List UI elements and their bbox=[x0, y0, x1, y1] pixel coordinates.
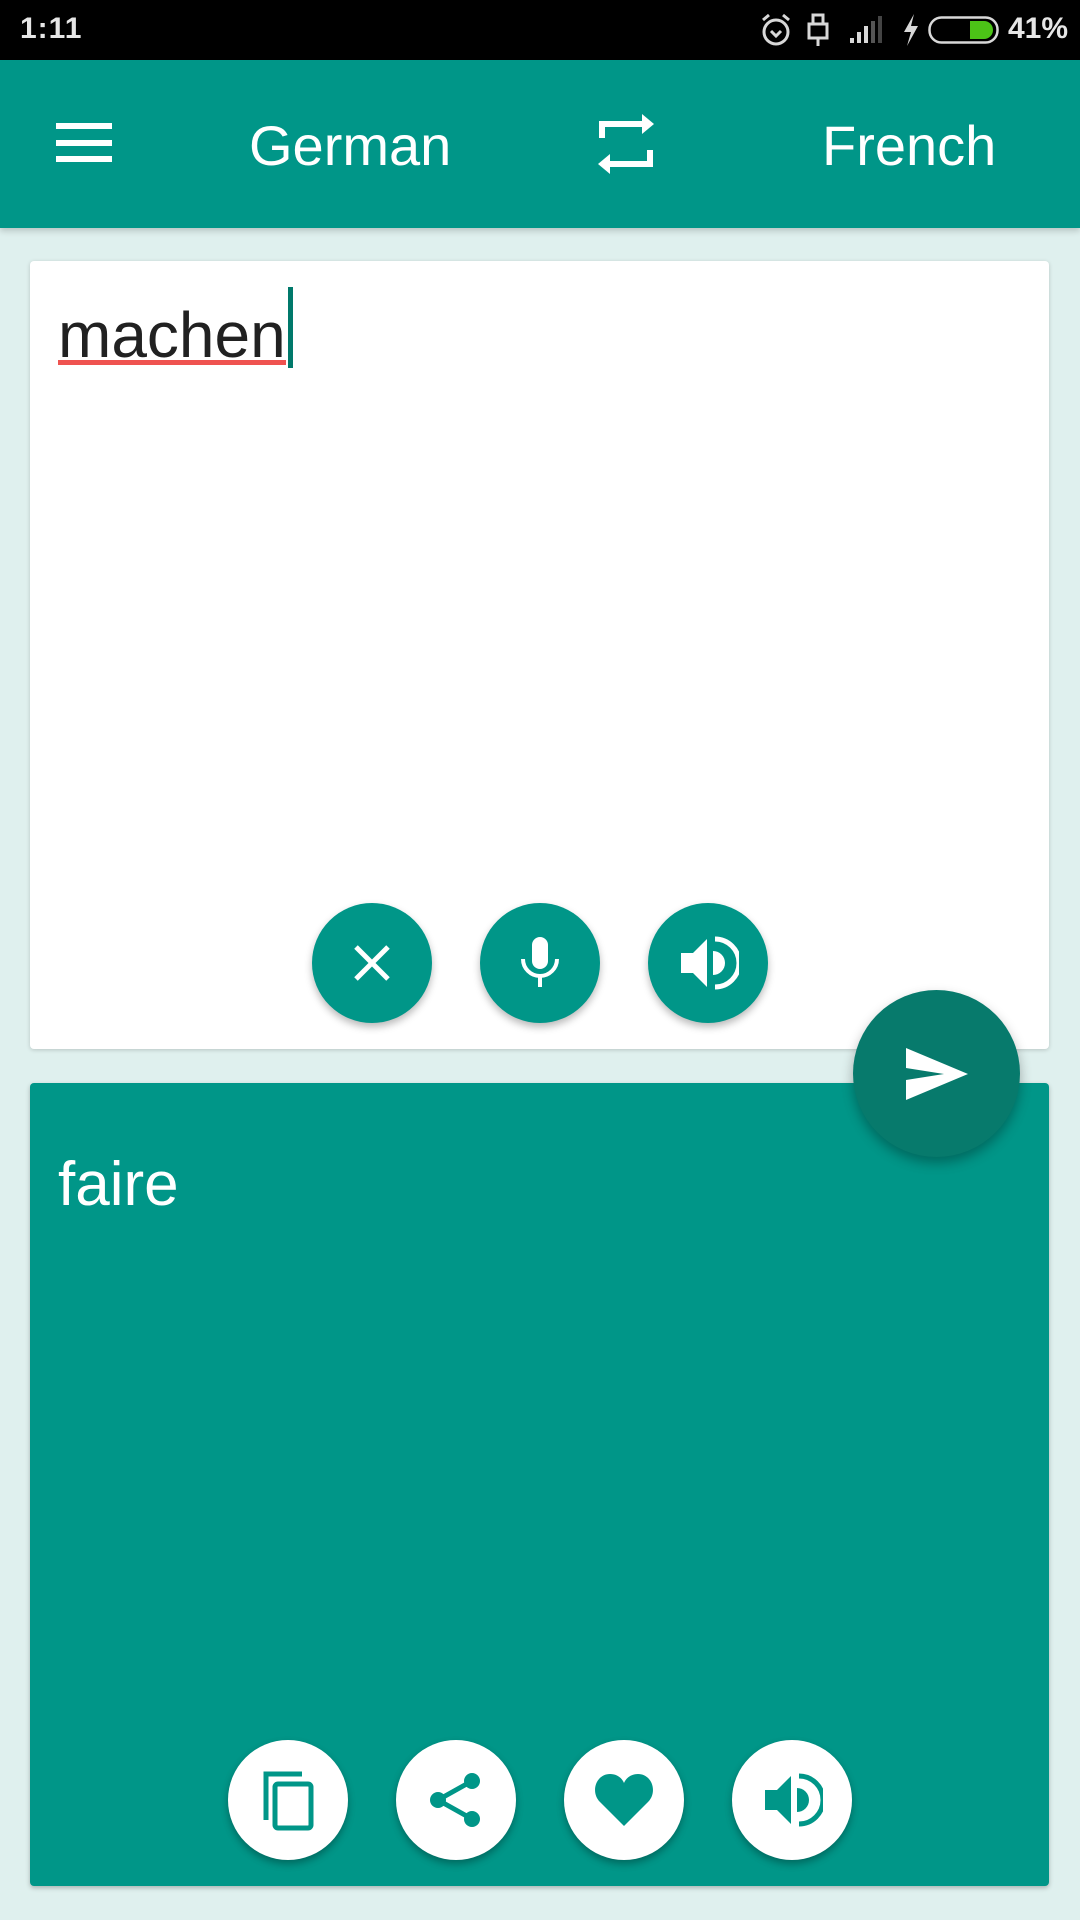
signal-icon bbox=[850, 16, 882, 43]
input-card: machen bbox=[30, 261, 1049, 1049]
swap-languages-button[interactable] bbox=[588, 106, 664, 182]
translate-button[interactable] bbox=[853, 990, 1020, 1157]
share-button[interactable] bbox=[396, 1740, 516, 1860]
copy-button[interactable] bbox=[228, 1740, 348, 1860]
text-cursor bbox=[287, 287, 293, 368]
status-time: 1:11 bbox=[20, 12, 83, 45]
copy-icon bbox=[263, 1771, 314, 1831]
microphone-icon bbox=[521, 937, 559, 987]
menu-button[interactable] bbox=[44, 109, 124, 179]
clear-button[interactable] bbox=[312, 903, 432, 1023]
status-bar: 1:11 41% bbox=[0, 0, 1080, 60]
hamburger-menu-icon bbox=[56, 123, 112, 162]
battery-icon bbox=[928, 16, 999, 44]
swap-languages-icon bbox=[598, 114, 654, 174]
speak-translation-button[interactable] bbox=[732, 1740, 852, 1860]
output-card: faire bbox=[30, 1083, 1049, 1886]
charging-icon bbox=[904, 14, 918, 46]
send-icon bbox=[905, 1047, 968, 1100]
battery-percent: 41% bbox=[1008, 12, 1069, 45]
heart-icon bbox=[595, 1774, 653, 1826]
alarm-icon bbox=[762, 13, 790, 46]
speaker-icon bbox=[765, 1773, 823, 1827]
voice-input-button[interactable] bbox=[480, 903, 600, 1023]
share-icon bbox=[430, 1773, 480, 1827]
target-language-selector[interactable]: French bbox=[822, 114, 996, 178]
close-icon bbox=[354, 945, 390, 981]
usb-icon bbox=[807, 13, 829, 46]
spellcheck-underline bbox=[58, 360, 286, 365]
favorite-button[interactable] bbox=[564, 1740, 684, 1860]
speak-source-button[interactable] bbox=[648, 903, 768, 1023]
speaker-icon bbox=[681, 936, 739, 990]
translated-text: faire bbox=[58, 1150, 179, 1219]
source-language-selector[interactable]: German bbox=[249, 114, 451, 178]
